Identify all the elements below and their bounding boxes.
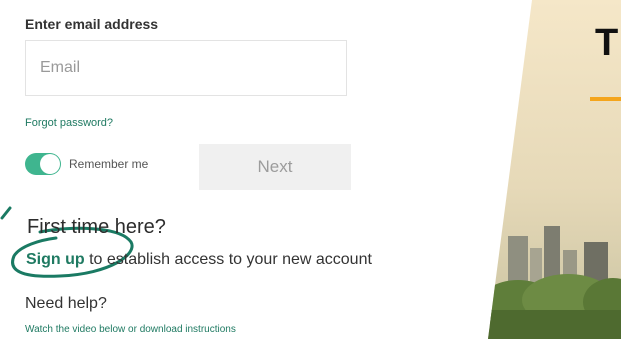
hero-accent-bar	[590, 97, 621, 101]
email-field-wrapper[interactable]	[25, 40, 347, 96]
toggle-knob	[40, 154, 60, 174]
first-time-heading: First time here?	[27, 216, 166, 238]
forgot-password-link[interactable]: Forgot password?	[25, 117, 113, 129]
next-button[interactable]: Next	[199, 144, 351, 190]
sign-up-link[interactable]: Sign up	[26, 251, 85, 268]
hero-heading: T	[595, 22, 619, 64]
remember-me-toggle[interactable]	[25, 153, 61, 175]
signup-text: to establish access to your new account	[84, 251, 372, 268]
email-field[interactable]	[26, 41, 346, 95]
annotation-circle	[0, 206, 134, 278]
signup-line: Sign up to establish access to your new …	[26, 251, 372, 269]
watch-video-link[interactable]: Watch the video below or download instru…	[25, 324, 236, 335]
email-label: Enter email address	[25, 16, 159, 32]
remember-me-label: Remember me	[69, 157, 149, 171]
need-help-heading: Need help?	[25, 295, 107, 312]
